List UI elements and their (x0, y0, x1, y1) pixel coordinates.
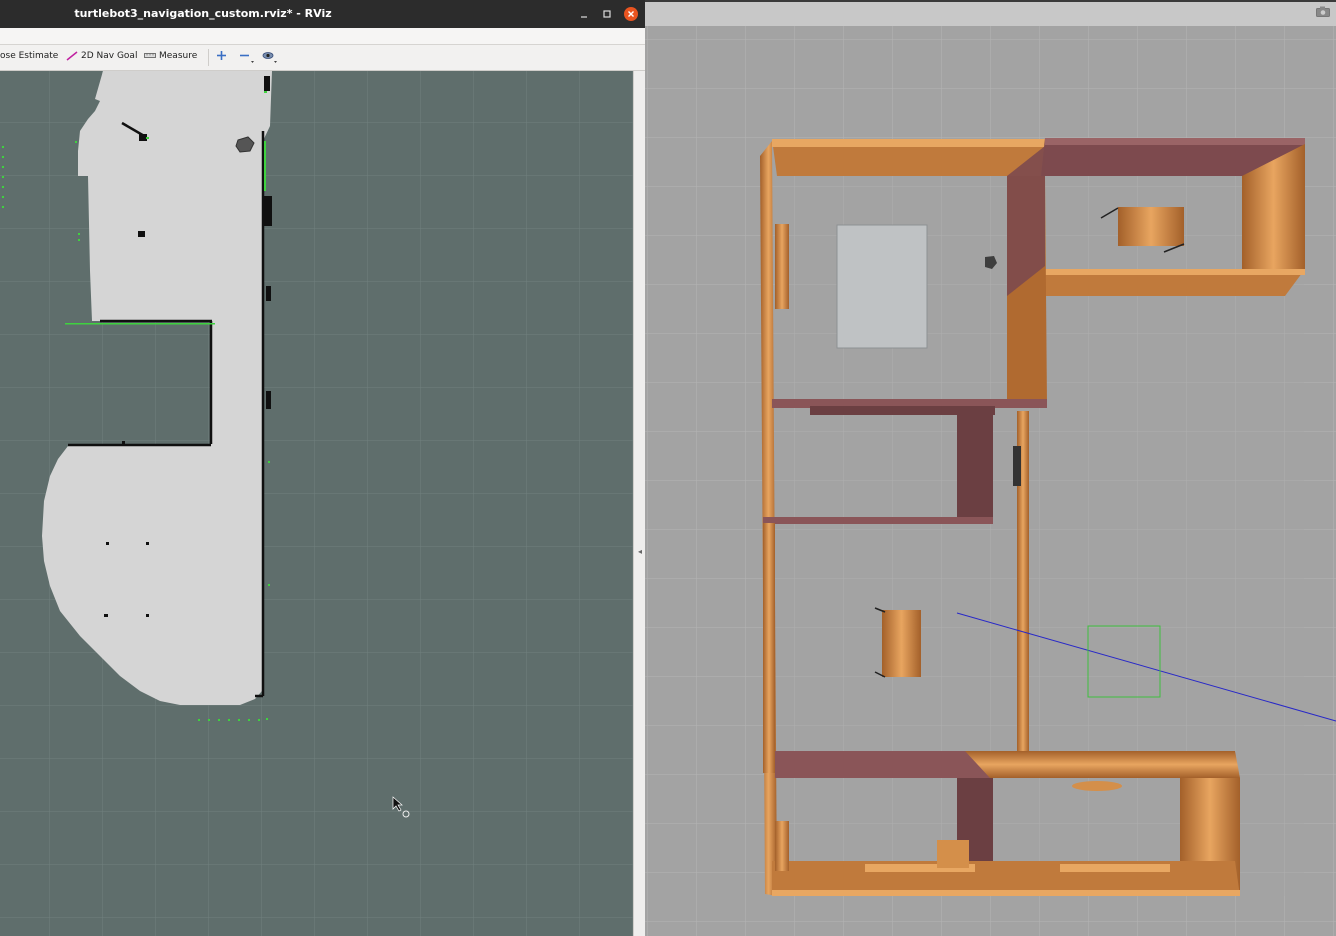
gazebo-3d-scene[interactable] (645, 26, 1336, 936)
gazebo-top-strip (645, 0, 1336, 2)
screenshot-camera-icon[interactable] (1316, 6, 1330, 17)
measure-tool[interactable]: Measure (144, 51, 197, 61)
tool-bar: ose Estimate 2D Nav Goal Measure (0, 45, 645, 71)
toolbar-separator (208, 49, 209, 66)
nav-goal-tool[interactable]: 2D Nav Goal (66, 51, 137, 61)
gazebo-top-bar (645, 0, 1336, 27)
cabinet-object (882, 610, 921, 677)
ruler-icon (144, 53, 156, 58)
rviz-window: turtlebot3_navigation_custom.rviz* - RVi… (0, 0, 645, 936)
nav-goal-arrow-icon (66, 51, 78, 61)
splitter-arrow-icon: ◂ (638, 547, 643, 556)
grey-box-object (836, 224, 928, 349)
table-object (1118, 207, 1184, 246)
camera-view-icon[interactable] (262, 50, 278, 64)
add-tool-icon[interactable] (216, 50, 227, 61)
map-viewport[interactable] (0, 71, 633, 936)
close-icon[interactable] (624, 7, 638, 21)
menu-bar (0, 28, 645, 45)
occupancy-grid-map (0, 71, 633, 936)
panel-splitter[interactable]: ◂ (633, 71, 645, 936)
window-title: turtlebot3_navigation_custom.rviz* - RVi… (74, 7, 332, 20)
pose-estimate-label: ose Estimate (0, 51, 59, 61)
minimize-icon[interactable] (577, 7, 591, 21)
maximize-icon[interactable] (600, 7, 614, 21)
title-bar[interactable]: turtlebot3_navigation_custom.rviz* - RVi… (0, 0, 645, 28)
gazebo-window (645, 0, 1336, 936)
pose-estimate-tool[interactable]: ose Estimate (0, 51, 58, 61)
nav-goal-label: 2D Nav Goal (81, 51, 138, 61)
measure-label: Measure (159, 51, 198, 61)
remove-tool-icon[interactable] (239, 50, 255, 64)
